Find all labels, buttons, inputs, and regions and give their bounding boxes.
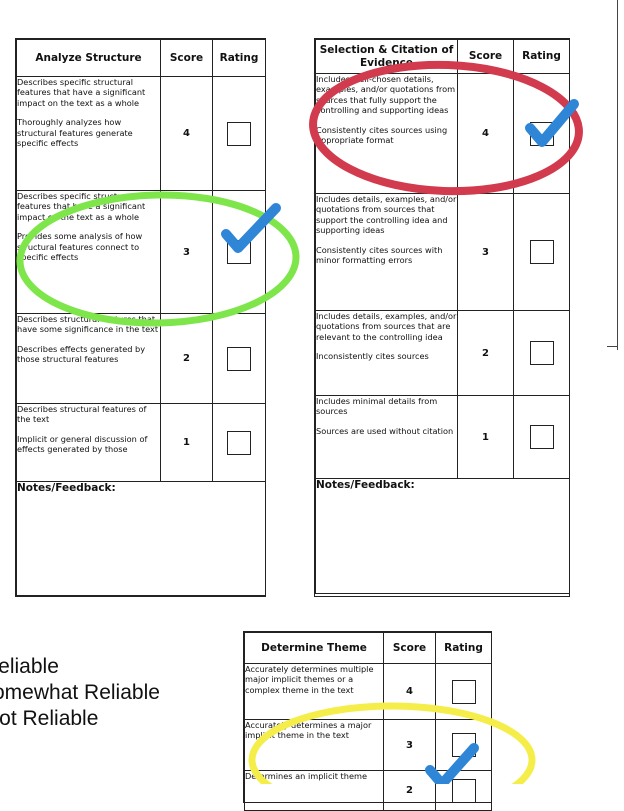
rating-header: Rating xyxy=(212,39,266,77)
criteria-cell: Accurately determines multiple major imp… xyxy=(244,663,384,720)
score-value: 3 xyxy=(383,719,436,771)
score-value: 4 xyxy=(383,663,436,720)
rating-checkbox[interactable] xyxy=(529,121,554,146)
rating-checkbox[interactable] xyxy=(529,425,554,449)
score-value: 2 xyxy=(457,310,514,396)
score-value: 4 xyxy=(457,73,514,194)
rating-header: Rating xyxy=(513,39,570,74)
legend-reliable: Reliable xyxy=(0,655,59,678)
criteria-cell: Describes specific structural features t… xyxy=(16,76,161,191)
rating-header: Rating xyxy=(435,632,492,664)
rubric-analyze-structure: Analyze Structure Score Rating Describes… xyxy=(15,38,266,597)
page-edge-corner xyxy=(607,346,618,347)
page-edge xyxy=(617,0,618,350)
criteria-cell: Includes details, examples, and/or quota… xyxy=(315,193,458,311)
criteria-cell: Includes details, examples, and/or quota… xyxy=(315,310,458,396)
rating-checkbox[interactable] xyxy=(529,341,554,365)
criterion-header: Determine Theme xyxy=(244,632,384,664)
criteria-cell: Describes specific structural features t… xyxy=(16,190,161,314)
score-value: 3 xyxy=(457,193,514,311)
score-value: 2 xyxy=(383,770,436,811)
rating-checkbox[interactable] xyxy=(227,240,251,264)
score-header: Score xyxy=(457,39,514,74)
rating-checkbox[interactable] xyxy=(451,733,476,757)
criterion-header: Analyze Structure xyxy=(16,39,161,77)
rating-checkbox[interactable] xyxy=(451,778,476,803)
rubric-selection-citation: Selection & Citation of Evidence Score R… xyxy=(314,38,570,597)
score-value: 1 xyxy=(160,403,213,482)
legend-somewhat-reliable: Somewhat Reliable xyxy=(0,681,160,704)
criteria-cell: Describes structural features of the tex… xyxy=(16,403,161,482)
notes-feedback[interactable]: Notes/Feedback: xyxy=(315,478,570,594)
score-header: Score xyxy=(160,39,213,77)
score-value: 3 xyxy=(160,190,213,314)
rubric-determine-theme: Determine Theme Score Rating Accurately … xyxy=(243,631,492,811)
criterion-header: Selection & Citation of Evidence xyxy=(315,39,458,74)
score-value: 1 xyxy=(457,395,514,479)
score-header: Score xyxy=(383,632,436,664)
criteria-cell: Determines an implicit theme xyxy=(244,770,384,811)
rating-checkbox[interactable] xyxy=(451,679,476,704)
criteria-cell: Accurately determines a major implicit t… xyxy=(244,719,384,771)
score-value: 4 xyxy=(160,76,213,191)
rating-checkbox[interactable] xyxy=(227,346,251,371)
criteria-cell: Includes well-chosen details, examples, … xyxy=(315,73,458,194)
notes-feedback[interactable]: Notes/Feedback: xyxy=(16,481,266,596)
score-value: 2 xyxy=(160,313,213,404)
rating-checkbox[interactable] xyxy=(529,240,554,264)
criteria-cell: Includes minimal details from sources Sou… xyxy=(315,395,458,479)
rating-checkbox[interactable] xyxy=(227,430,251,455)
rating-checkbox[interactable] xyxy=(227,121,251,146)
criteria-cell: Describes structural features that have … xyxy=(16,313,161,404)
legend-not-reliable: Not Reliable xyxy=(0,707,99,730)
